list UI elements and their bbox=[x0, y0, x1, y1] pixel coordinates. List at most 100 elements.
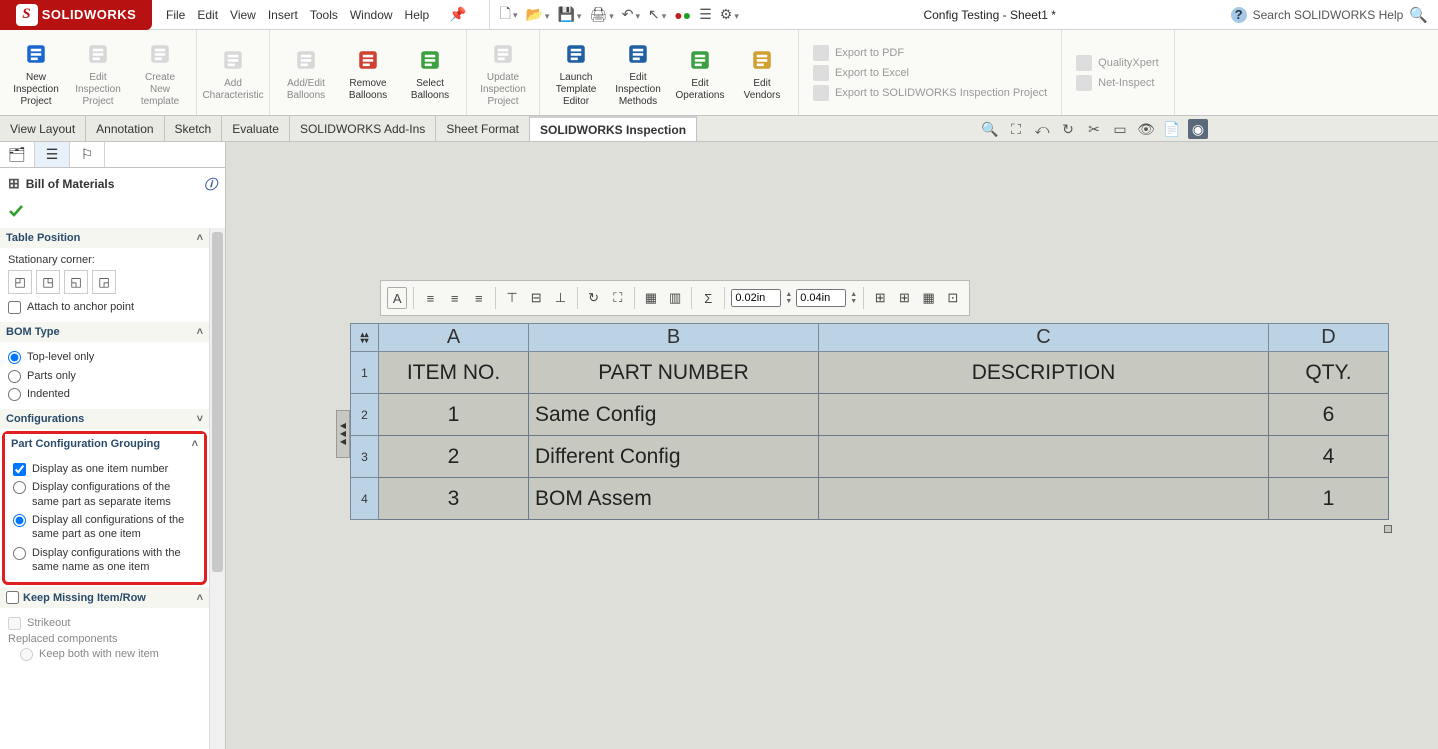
header-cell[interactable]: DESCRIPTION bbox=[819, 352, 1269, 394]
ribbon-btn-edit-vendors[interactable]: EditVendors bbox=[732, 34, 792, 112]
tab-annotation[interactable]: Annotation bbox=[86, 116, 164, 141]
section-table-position[interactable]: Table Position˄ bbox=[0, 228, 209, 248]
zoom-area-icon[interactable]: ⛶ bbox=[1006, 119, 1026, 139]
table-props-icon[interactable]: ⊡ bbox=[943, 287, 963, 309]
corner-tr-icon[interactable]: ◳ bbox=[36, 270, 60, 294]
ribbon-btn-edit-inspection[interactable]: EditInspectionMethods bbox=[608, 34, 668, 112]
row-height-input[interactable] bbox=[796, 289, 846, 307]
pm-scrollbar[interactable] bbox=[209, 228, 225, 749]
section-keep-missing[interactable]: Keep Missing Item/Row˄ bbox=[0, 587, 209, 608]
header-cell[interactable]: QTY. bbox=[1269, 352, 1389, 394]
insert-above-icon[interactable]: ⊞ bbox=[870, 287, 890, 309]
fm-tab-config-manager-icon[interactable]: ⚐ bbox=[70, 142, 105, 167]
align-bottom-icon[interactable]: ⊥ bbox=[550, 287, 570, 309]
select-cursor-icon[interactable]: ↖ bbox=[648, 6, 666, 23]
ribbon-btn-edit-operations[interactable]: EditOperations bbox=[670, 34, 730, 112]
col-header-C[interactable]: C bbox=[819, 324, 1269, 352]
rebuild-icon[interactable]: ●● bbox=[674, 7, 691, 23]
keep-missing-checkbox[interactable] bbox=[6, 591, 19, 604]
row-header-4[interactable]: 4 bbox=[351, 478, 379, 520]
undo-icon[interactable]: ↶ bbox=[622, 6, 640, 23]
cell-description[interactable] bbox=[819, 394, 1269, 436]
help-icon[interactable]: ? bbox=[1231, 7, 1247, 23]
attach-anchor-checkbox[interactable]: Attach to anchor point bbox=[8, 298, 201, 316]
cell-description[interactable] bbox=[819, 478, 1269, 520]
merge-cells-icon[interactable]: ▦ bbox=[641, 287, 661, 309]
bom-type-top-level[interactable]: Top-level only bbox=[8, 348, 201, 366]
print-icon[interactable]: 🖨 bbox=[589, 6, 613, 23]
header-cell[interactable]: PART NUMBER bbox=[529, 352, 819, 394]
pcg-display-one-item-checkbox[interactable]: Display as one item number bbox=[13, 460, 196, 478]
align-top-icon[interactable]: ⊤ bbox=[502, 287, 522, 309]
fm-tab-property-manager-icon[interactable]: ☰ bbox=[35, 142, 70, 167]
section-part-config-grouping[interactable]: Part Configuration Grouping˄ bbox=[5, 434, 204, 454]
equation-icon[interactable]: Σ bbox=[698, 287, 718, 309]
keep-both-radio[interactable]: Keep both with new item bbox=[8, 645, 201, 663]
table-row[interactable]: 32Different Config4 bbox=[351, 436, 1389, 478]
scrollbar-thumb[interactable] bbox=[212, 232, 223, 572]
col-width-input[interactable] bbox=[731, 289, 781, 307]
table-resize-handle[interactable] bbox=[1384, 525, 1392, 533]
options-list-icon[interactable]: ☰ bbox=[699, 6, 712, 23]
fit-text-icon[interactable]: ⛶ bbox=[608, 287, 628, 309]
3d-drawing-view-icon[interactable]: ◉ bbox=[1188, 119, 1208, 139]
col-header-B[interactable]: B bbox=[529, 324, 819, 352]
align-left-icon[interactable]: ≡ bbox=[420, 287, 440, 309]
zoom-prev-icon[interactable]: ⤺ bbox=[1032, 119, 1052, 139]
menu-edit[interactable]: Edit bbox=[197, 8, 218, 22]
font-format-icon[interactable]: A bbox=[387, 287, 407, 309]
cell-qty[interactable]: 1 bbox=[1269, 478, 1389, 520]
pcg-opt-all-one[interactable]: Display all configurations of the same p… bbox=[13, 511, 196, 544]
tab-inspection[interactable]: SOLIDWORKS Inspection bbox=[530, 116, 697, 141]
ribbon-btn-launch-template[interactable]: LaunchTemplateEditor bbox=[546, 34, 606, 112]
section-bom-type[interactable]: BOM Type˄ bbox=[0, 322, 209, 342]
cell-qty[interactable]: 4 bbox=[1269, 436, 1389, 478]
corner-bl-icon[interactable]: ◱ bbox=[64, 270, 88, 294]
pcg-opt-same-name[interactable]: Display configurations with the same nam… bbox=[13, 544, 196, 577]
table-row[interactable]: 21Same Config 6 bbox=[351, 394, 1389, 436]
cell-item-no[interactable]: 3 bbox=[379, 478, 529, 520]
strikeout-checkbox[interactable]: Strikeout bbox=[8, 614, 201, 632]
ribbon-btn-remove-balloons[interactable]: RemoveBalloons bbox=[338, 34, 398, 112]
display-style-icon[interactable]: ▭ bbox=[1110, 119, 1130, 139]
hide-show-icon[interactable]: 👁 bbox=[1136, 119, 1156, 139]
section-icon[interactable]: ✂ bbox=[1084, 119, 1104, 139]
row-header-2[interactable]: 2 bbox=[351, 394, 379, 436]
bom-type-parts-only[interactable]: Parts only bbox=[8, 367, 201, 385]
ribbon-btn-new-inspection[interactable]: NewInspectionProject bbox=[6, 34, 66, 112]
align-center-icon[interactable]: ≡ bbox=[445, 287, 465, 309]
pm-ok-button[interactable] bbox=[0, 199, 225, 226]
fm-tab-feature-tree-icon[interactable]: 🗂 bbox=[0, 142, 35, 167]
col-width-spinner[interactable]: ▲▼ bbox=[785, 291, 792, 305]
split-cells-icon[interactable]: ▥ bbox=[665, 287, 685, 309]
corner-br-icon[interactable]: ◲ bbox=[92, 270, 116, 294]
ribbon-btn-select-balloons[interactable]: SelectBalloons bbox=[400, 34, 460, 112]
cell-item-no[interactable]: 2 bbox=[379, 436, 529, 478]
cell-qty[interactable]: 6 bbox=[1269, 394, 1389, 436]
corner-tl-icon[interactable]: ◰ bbox=[8, 270, 32, 294]
menu-file[interactable]: File bbox=[166, 8, 185, 22]
rotate-text-icon[interactable]: ↻ bbox=[583, 287, 603, 309]
menu-tools[interactable]: Tools bbox=[310, 8, 338, 22]
tab-evaluate[interactable]: Evaluate bbox=[222, 116, 290, 141]
cell-part-number[interactable]: Same Config bbox=[529, 394, 819, 436]
row-height-spinner[interactable]: ▲▼ bbox=[850, 291, 857, 305]
align-middle-icon[interactable]: ⊟ bbox=[526, 287, 546, 309]
menu-help[interactable]: Help bbox=[405, 8, 430, 22]
align-right-icon[interactable]: ≡ bbox=[469, 287, 489, 309]
menu-window[interactable]: Window bbox=[350, 8, 393, 22]
open-doc-icon[interactable]: 📂 bbox=[525, 6, 549, 23]
section-configurations[interactable]: Configurations˅ bbox=[0, 409, 209, 429]
table-side-expand[interactable]: ◀◀◀ bbox=[336, 410, 350, 458]
cell-item-no[interactable]: 1 bbox=[379, 394, 529, 436]
save-icon[interactable]: 💾 bbox=[557, 6, 581, 23]
table-corner[interactable]: ▴▴▾▾ bbox=[351, 324, 379, 352]
search-help-text[interactable]: Search SOLIDWORKS Help bbox=[1253, 8, 1404, 22]
tab-sketch[interactable]: Sketch bbox=[165, 116, 223, 141]
zoom-fit-icon[interactable]: 🔍 bbox=[980, 119, 1000, 139]
rotate-icon[interactable]: ↻ bbox=[1058, 119, 1078, 139]
col-header-A[interactable]: A bbox=[379, 324, 529, 352]
cell-part-number[interactable]: BOM Assem bbox=[529, 478, 819, 520]
menu-insert[interactable]: Insert bbox=[268, 8, 298, 22]
search-icon[interactable]: 🔍 bbox=[1409, 6, 1428, 24]
